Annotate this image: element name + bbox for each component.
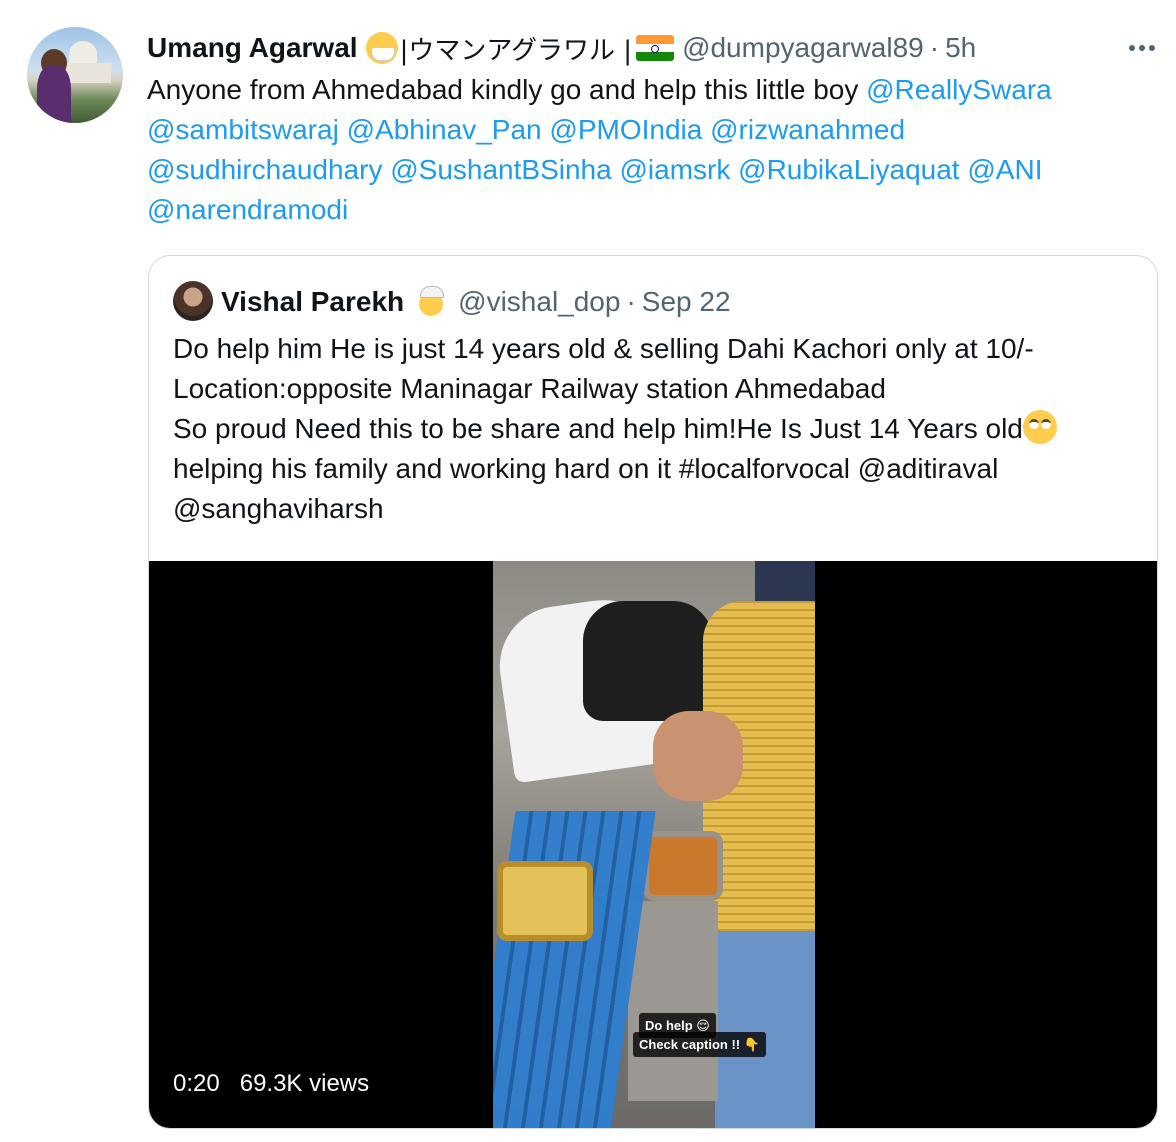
quoted-line: @sanghaviharsh — [173, 493, 384, 524]
quoted-line: So proud Need this to be share and help … — [173, 413, 1023, 444]
quoted-tweet-text: Do help him He is just 14 years old & se… — [173, 329, 1133, 529]
mention-link[interactable]: @SushantBSinha — [390, 154, 611, 185]
video-overlay-text: Check caption !! 👇 — [633, 1032, 766, 1057]
quoted-line: Location:opposite Maninagar Railway stat… — [173, 373, 886, 404]
separator-dot: · — [626, 286, 636, 317]
separator-dot: · — [929, 32, 940, 63]
quoted-tweet[interactable]: Vishal Parekh @vishal_dop · Sep 22 Do he… — [148, 255, 1158, 1129]
tweet-text: Anyone from Ahmedabad kindly go and help… — [147, 70, 1147, 230]
mention-link[interactable]: @sudhirchaudhary — [147, 154, 382, 185]
tweet-text-plain: Anyone from Ahmedabad kindly go and help… — [147, 74, 867, 105]
quoted-author-handle[interactable]: @vishal_dop — [458, 286, 620, 318]
tweet-time[interactable]: 5h — [945, 32, 976, 64]
author-avatar[interactable] — [27, 27, 123, 123]
india-flag-icon — [636, 35, 675, 61]
mention-link[interactable]: @iamsrk — [619, 154, 730, 185]
mention-link[interactable]: @ANI — [967, 154, 1042, 185]
person-with-turban-icon — [416, 286, 446, 318]
video-views: 69.3K views — [239, 1070, 370, 1097]
mention-link[interactable]: @ReallySwara — [866, 74, 1052, 105]
more-options-icon[interactable] — [1124, 34, 1160, 62]
quoted-author-name[interactable]: Vishal Parekh — [221, 286, 404, 318]
tweet[interactable]: Umang Agarwal |ウマンアグラワル | @dumpyagarwal8… — [0, 0, 1176, 1142]
video-frame: Do help 😌 Check caption !! 👇 — [493, 561, 815, 1128]
quoted-line: helping his family and working hard on i… — [173, 453, 999, 484]
author-name[interactable]: Umang Agarwal — [147, 32, 358, 64]
quoted-tweet-date[interactable]: Sep 22 — [642, 286, 731, 318]
author-name-suffix: |ウマンアグラワル | — [399, 35, 633, 66]
mention-link[interactable]: @rizwanahmed — [710, 114, 905, 145]
quoted-tweet-header: Vishal Parekh @vishal_dop · Sep 22 — [221, 282, 731, 322]
quoted-line: Do help him He is just 14 years old & se… — [173, 333, 1034, 364]
quoted-author-avatar[interactable] — [173, 281, 213, 321]
face-with-rolling-eyes-icon — [1022, 410, 1057, 444]
mention-link[interactable]: @RubikaLiyaquat — [738, 154, 959, 185]
author-handle[interactable]: @dumpyagarwal89 — [682, 32, 924, 64]
video-meta: 0:20 69.3K views — [173, 1070, 369, 1098]
mention-link[interactable]: @PMOIndia — [549, 114, 702, 145]
mention-link[interactable]: @Abhinav_Pan — [347, 114, 542, 145]
tweet-header: Umang Agarwal |ウマンアグラワル | @dumpyagarwal8… — [147, 28, 976, 68]
mention-link[interactable]: @sambitswaraj — [147, 114, 339, 145]
face-with-medical-mask-icon — [365, 32, 398, 64]
video-player[interactable]: Do help 😌 Check caption !! 👇 0:20 69.3K … — [149, 561, 1157, 1128]
mention-link[interactable]: @narendramodi — [147, 194, 348, 225]
video-duration: 0:20 — [173, 1070, 220, 1097]
quoted-line-wrap: So proud Need this to be share and help … — [173, 409, 1133, 449]
